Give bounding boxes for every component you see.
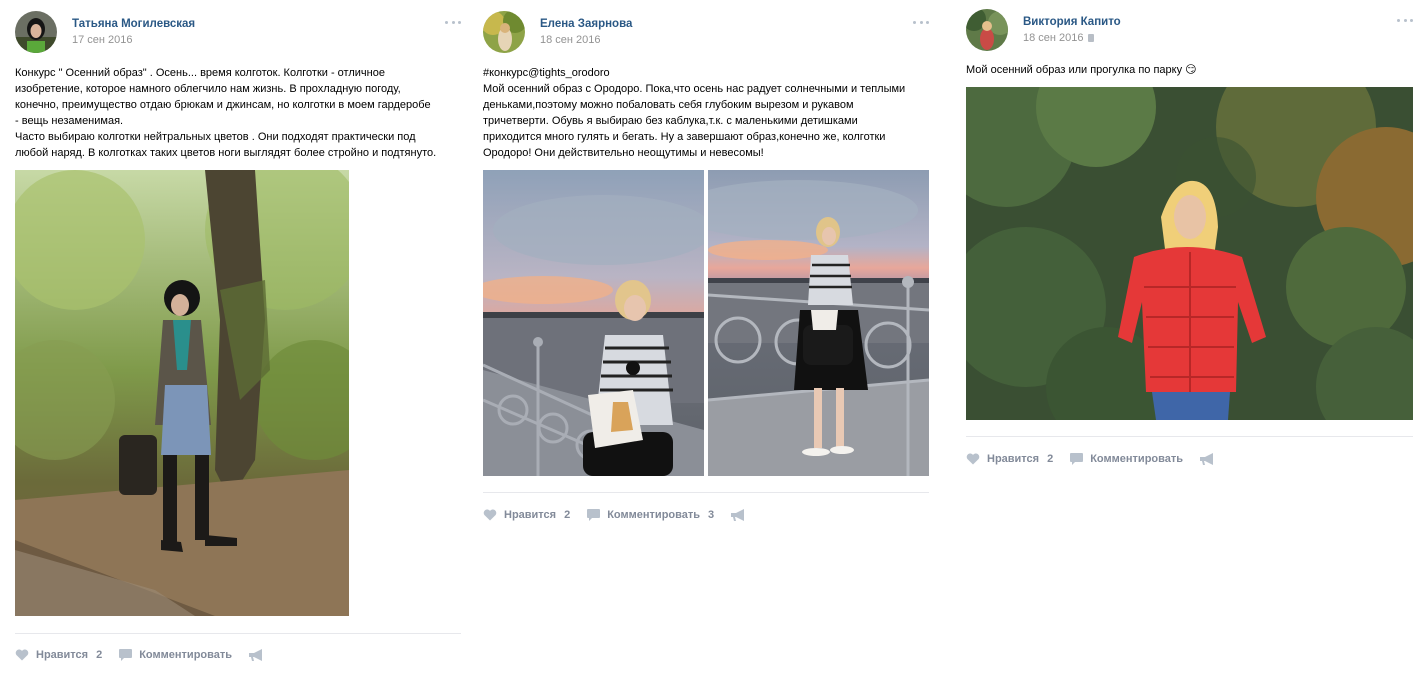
post-date-text: 18 сен 2016 [1023, 32, 1084, 44]
comment-icon [587, 509, 601, 521]
avatar[interactable] [966, 9, 1008, 51]
post-actions: Нравится 2 Комментировать [966, 451, 1232, 467]
more-icon[interactable] [913, 20, 929, 26]
divider [15, 633, 461, 634]
comment-count: 3 [708, 509, 715, 521]
like-label: Нравится [504, 509, 557, 521]
post-text-line: тричетверти. Обувь я выбираю без каблука… [483, 115, 858, 127]
post-text-line: конечно, преимущество отдаю брюкам и джи… [15, 99, 431, 111]
post-photo[interactable] [966, 87, 1413, 420]
like-count: 2 [96, 649, 103, 661]
post-header: Елена Заярнова 18 сен 2016 [483, 0, 929, 60]
comment-button[interactable]: Комментировать 3 [587, 509, 714, 521]
post-text-line: деньками,поэтому можно побаловать себя г… [483, 99, 854, 111]
post-text-line: любой наряд. В колготках таких цветов но… [15, 147, 437, 159]
avatar[interactable] [483, 11, 525, 53]
post-actions: Нравится 2 Комментировать 3 [483, 507, 763, 523]
share-button[interactable] [249, 649, 264, 661]
post-date[interactable]: 18 сен 2016 [1023, 32, 1094, 44]
post-actions: Нравится 2 Комментировать [15, 647, 281, 663]
like-button[interactable]: Нравится 2 [483, 509, 570, 521]
post: Елена Заярнова 18 сен 2016 #конкурс@tigh… [483, 0, 929, 521]
post-text-line: Часто выбираю колготки нейтральных цвето… [15, 131, 416, 143]
share-button[interactable] [731, 509, 746, 521]
share-icon [731, 509, 745, 521]
share-icon [249, 649, 263, 661]
lock-icon [1087, 34, 1094, 42]
post-header: Татьяна Могилевская 17 сен 2016 [15, 0, 461, 60]
post-photo[interactable] [15, 170, 349, 616]
more-icon[interactable] [445, 20, 461, 26]
author-name[interactable]: Елена Заярнова [540, 18, 632, 30]
like-button[interactable]: Нравится 2 [966, 453, 1053, 465]
post-text-line: Мой осенний образ с Ородоро. Пока,что ос… [483, 83, 906, 95]
like-count: 2 [564, 509, 571, 521]
post-text-line: приходится много гулять и бегать. Ну а з… [483, 131, 886, 143]
post-photo[interactable] [483, 170, 704, 476]
post-text-line: #конкурс@tights_orodoro [483, 67, 610, 79]
comment-label: Комментировать [607, 509, 701, 521]
post: Виктория Капито 18 сен 2016 Мой осенний … [966, 0, 1413, 465]
comment-icon [1070, 453, 1084, 465]
like-label: Нравится [987, 453, 1040, 465]
avatar[interactable] [15, 11, 57, 53]
post-text: Конкурс " Осенний образ" . Осень... врем… [15, 65, 465, 161]
post-text-line: - вещь незаменимая. [15, 115, 124, 127]
post: Татьяна Могилевская 17 сен 2016 Конкурс … [15, 0, 461, 661]
post-text: Мой осенний образ или прогулка по парку … [966, 62, 1413, 78]
post-text-line: Конкурс " Осенний образ" . Осень... врем… [15, 67, 385, 79]
post-date[interactable]: 17 сен 2016 [72, 34, 133, 46]
heart-icon [966, 453, 980, 465]
comment-label: Комментировать [139, 649, 233, 661]
share-button[interactable] [1200, 453, 1215, 465]
comment-button[interactable]: Комментировать [119, 649, 232, 661]
author-name[interactable]: Виктория Капито [1023, 16, 1121, 28]
post-header: Виктория Капито 18 сен 2016 [966, 0, 1413, 60]
heart-icon [483, 509, 497, 521]
heart-icon [15, 649, 29, 661]
comment-icon [119, 649, 133, 661]
like-count: 2 [1047, 453, 1054, 465]
post-text-line: изобретение, которое намного облегчило н… [15, 83, 401, 95]
post-date[interactable]: 18 сен 2016 [540, 34, 601, 46]
divider [966, 436, 1413, 437]
author-name[interactable]: Татьяна Могилевская [72, 18, 195, 30]
post-text-line: Ородоро! Они действительно неощутимы и н… [483, 147, 764, 159]
divider [483, 492, 929, 493]
post-text: #конкурс@tights_orodoro Мой осенний обра… [483, 65, 929, 161]
comment-button[interactable]: Комментировать [1070, 453, 1183, 465]
post-text-line: Мой осенний образ или прогулка по парку … [966, 64, 1197, 76]
like-label: Нравится [36, 649, 89, 661]
more-icon[interactable] [1397, 18, 1413, 24]
like-button[interactable]: Нравится 2 [15, 649, 102, 661]
share-icon [1200, 453, 1214, 465]
comment-label: Комментировать [1090, 453, 1184, 465]
post-photo[interactable] [708, 170, 929, 476]
